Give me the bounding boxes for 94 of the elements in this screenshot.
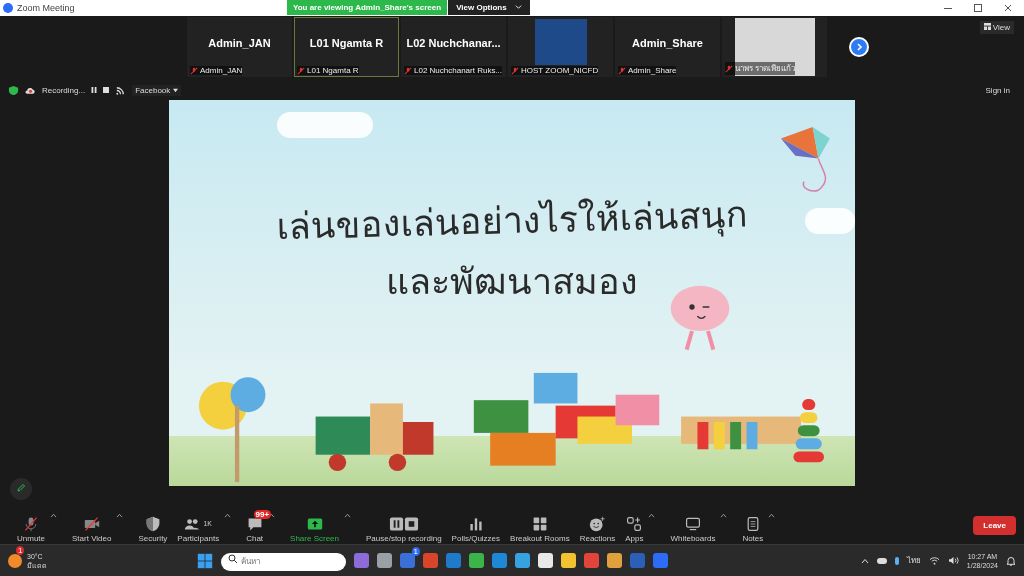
participant-tile[interactable]: HOST ZOOM_NICFD xyxy=(508,17,613,77)
start-button[interactable] xyxy=(197,552,213,569)
weather-icon[interactable] xyxy=(8,553,22,568)
toolbar-button[interactable]: Unmute xyxy=(12,508,50,543)
stream-dropdown[interactable]: Facebook xyxy=(132,84,181,96)
sign-in-link[interactable]: Sign in xyxy=(979,84,1016,96)
participant-tile[interactable]: Admin_JAN Admin_JAN xyxy=(187,17,292,77)
toolbar-button[interactable]: Security xyxy=(133,508,173,543)
pause-icon[interactable] xyxy=(91,87,98,93)
shield-icon xyxy=(8,84,19,96)
notification-badge: 1 xyxy=(16,545,25,555)
unread-badge: 99+ xyxy=(253,509,272,519)
muted-mic-icon xyxy=(725,64,733,73)
caret-icon[interactable] xyxy=(116,512,124,518)
dropdown-arrow-icon xyxy=(172,87,178,93)
pause-stop-icon xyxy=(388,515,419,532)
notification-badge: 1 xyxy=(411,547,420,556)
toolbar-button[interactable]: 99+ Chat xyxy=(241,508,269,543)
layout-icon xyxy=(983,23,991,30)
participant-name: Admin_JAN xyxy=(208,37,271,49)
participant-label: Admin_JAN xyxy=(200,66,243,75)
participant-tile[interactable]: L01 Ngamta R L01 Ngamta R xyxy=(294,17,399,77)
caret-icon[interactable] xyxy=(268,512,276,518)
cloud-icon[interactable] xyxy=(876,557,887,564)
share-banner-text: You are viewing Admin_Share's screen xyxy=(292,3,442,12)
recording-status: Recording... xyxy=(42,85,86,95)
caret-icon[interactable] xyxy=(648,512,656,518)
participant-label: Admin_Share xyxy=(628,66,677,75)
muted-mic-icon xyxy=(511,66,519,75)
toolbar-button[interactable]: Apps xyxy=(620,508,649,543)
stop-icon[interactable] xyxy=(103,87,110,93)
tray-expand-icon[interactable] xyxy=(860,557,869,564)
cloud-drawing xyxy=(805,208,855,234)
chat-icon xyxy=(246,515,263,532)
caret-icon[interactable] xyxy=(344,512,351,518)
app-logo-icon xyxy=(3,3,13,13)
toolbar-button[interactable]: Notes xyxy=(737,508,769,543)
maximize-icon[interactable] xyxy=(974,4,982,12)
whiteboard-icon xyxy=(684,515,701,532)
smiley-icon xyxy=(589,515,606,532)
view-options-button[interactable]: View Options xyxy=(448,0,530,15)
leave-button[interactable]: Leave xyxy=(973,516,1016,535)
notification-bell-icon[interactable] xyxy=(1006,555,1016,566)
slide-subtitle: และพัฒนาสมอง xyxy=(386,260,638,304)
chevron-down-icon xyxy=(514,3,522,10)
caret-icon[interactable] xyxy=(720,512,728,518)
minimize-icon[interactable] xyxy=(944,7,952,9)
toolbar-button[interactable]: Share Screen xyxy=(285,508,344,543)
search-field[interactable]: ค้นหา xyxy=(221,552,346,571)
toolbar-button[interactable]: Breakout Rooms xyxy=(505,508,575,543)
window-title: Zoom Meeting xyxy=(17,3,75,13)
caret-icon[interactable] xyxy=(224,512,232,518)
participant-label: HOST ZOOM_NICFD xyxy=(521,66,599,75)
shield-icon xyxy=(144,515,161,532)
toolbar-button[interactable]: Pause/stop recording xyxy=(361,508,447,543)
speaker-icon[interactable] xyxy=(947,556,959,565)
view-button[interactable]: View xyxy=(979,21,1014,34)
apps-icon xyxy=(626,515,643,532)
pencil-icon xyxy=(16,483,26,493)
toolbar-button[interactable]: Whiteboards xyxy=(665,508,721,543)
next-page-button[interactable] xyxy=(849,37,869,57)
muted-mic-icon xyxy=(297,66,305,75)
participant-tile[interactable]: นาพร ราดเพียแก้ว xyxy=(722,17,827,77)
chevron-right-icon xyxy=(854,42,864,52)
participant-label: L02 Nuchchanart Ruks... xyxy=(414,66,503,75)
close-icon[interactable] xyxy=(1004,4,1012,12)
caret-icon[interactable] xyxy=(768,512,776,518)
muted-mic-icon xyxy=(404,66,412,75)
wifi-icon[interactable] xyxy=(928,556,940,565)
live-stream-icon[interactable] xyxy=(115,84,127,96)
muted-mic-icon xyxy=(618,66,626,75)
muted-mic-icon xyxy=(23,515,39,532)
share-screen-icon xyxy=(306,515,323,532)
annotate-button[interactable] xyxy=(10,478,32,500)
search-icon xyxy=(228,554,238,565)
bar-chart-icon xyxy=(467,515,484,532)
grid-icon xyxy=(531,515,548,532)
participant-name: L02 Nuchchanar... xyxy=(406,37,501,49)
participant-tile[interactable]: Admin_Share Admin_Share xyxy=(615,17,720,77)
video-off-icon xyxy=(83,515,100,532)
participant-label: L01 Ngamta R xyxy=(307,66,359,75)
participant-name: Admin_Share xyxy=(632,37,703,49)
caret-icon[interactable] xyxy=(50,512,57,518)
toolbar-button[interactable]: Polls/Quizzes xyxy=(446,508,506,543)
participant-name: L01 Ngamta R xyxy=(309,37,384,49)
microphone-icon[interactable] xyxy=(894,556,899,565)
logo-placeholder xyxy=(534,19,587,65)
participant-tile[interactable]: L02 Nuchchanar... L02 Nuchchanart Ruks... xyxy=(401,17,506,77)
toolbar-button[interactable]: Start Video xyxy=(67,508,117,543)
language-indicator[interactable]: ไทย xyxy=(906,554,921,567)
slide-title: เล่นของเล่นอย่างไรให้เล่นสนุก xyxy=(275,192,749,250)
toolbar-button[interactable]: Reactions xyxy=(574,508,621,543)
participant-label: นาพร ราดเพียแก้ว xyxy=(735,63,796,75)
muted-mic-icon xyxy=(190,66,198,75)
